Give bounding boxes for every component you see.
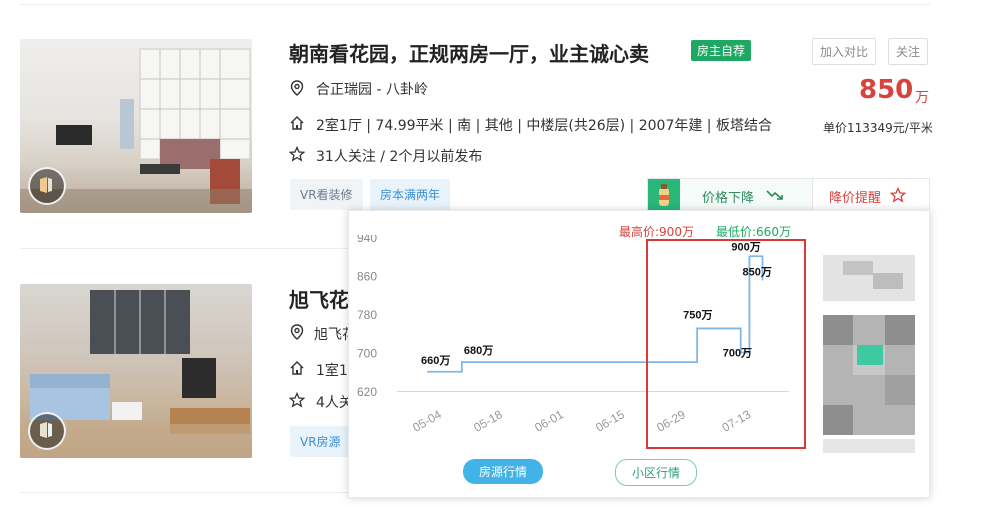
price-history-popup: 最高价:900万 最低价:660万 940 860 780 700 620 05-04 05…	[348, 210, 930, 498]
tab-community-trend[interactable]: 小区行情	[615, 459, 698, 486]
listing2-photo[interactable]	[20, 284, 252, 458]
y-tick-label: 860	[357, 270, 377, 284]
listing1-unit-price: 单价113349元/平米	[823, 121, 933, 135]
listing1-address[interactable]: 合正瑞园 - 八卦岭	[316, 79, 428, 99]
location-icon	[290, 80, 304, 96]
data-label: 680万	[464, 344, 493, 357]
x-tick-label: 05-04	[410, 407, 444, 435]
tag-two-years: 房本满两年	[370, 179, 451, 210]
vr-icon	[28, 412, 66, 450]
price-alert-label: 降价提醒	[829, 191, 882, 206]
bottle-icon	[648, 179, 680, 211]
y-tick-label: 780	[357, 308, 377, 322]
y-tick-label: 700	[357, 347, 377, 361]
star-outline-icon	[890, 187, 906, 203]
house-icon	[290, 361, 304, 375]
owner-recommend-badge: 房主自荐	[691, 40, 752, 61]
price-drop-button[interactable]: 价格下降	[647, 178, 814, 212]
qr-code-blurred	[803, 211, 929, 497]
price-alert-button[interactable]: 降价提醒	[812, 178, 930, 212]
x-tick-label: 06-15	[593, 407, 627, 435]
tag-vr-decor: VR看装修	[290, 179, 363, 210]
listing1-title[interactable]: 朝南看花园，正规两房一厅，业主诚心卖	[289, 38, 649, 67]
star-icon	[289, 146, 305, 162]
add-compare-button[interactable]: 加入对比	[812, 38, 877, 65]
data-label: 660万	[421, 354, 450, 367]
top-divider	[20, 4, 930, 5]
listing1-price-unit: 万	[915, 90, 929, 106]
listing2-title[interactable]: 旭飞花	[289, 284, 349, 313]
location-icon	[290, 324, 304, 340]
trend-down-icon	[766, 190, 783, 200]
x-tick-label: 06-01	[532, 407, 566, 435]
highlight-box	[646, 239, 806, 449]
listing1-details: 2室1厅 | 74.99平米 | 南 | 其他 | 中楼层(共26层) | 20…	[316, 118, 772, 134]
follow-button[interactable]: 关注	[888, 38, 929, 65]
house-icon	[290, 116, 304, 130]
listing1-photo[interactable]	[20, 39, 252, 213]
listing1-followers: 31人关注 / 2个月以前发布	[316, 149, 483, 165]
listing1-price: 850	[859, 75, 914, 105]
tag-vr-listing: VR房源	[290, 426, 351, 457]
vr-icon	[28, 167, 66, 205]
price-drop-label: 价格下降	[702, 191, 755, 206]
tab-listing-trend[interactable]: 房源行情	[463, 459, 544, 484]
star-icon	[289, 392, 305, 408]
x-tick-label: 05-18	[471, 407, 505, 435]
y-tick-label: 620	[357, 385, 377, 399]
y-tick-label: 940	[357, 235, 377, 245]
